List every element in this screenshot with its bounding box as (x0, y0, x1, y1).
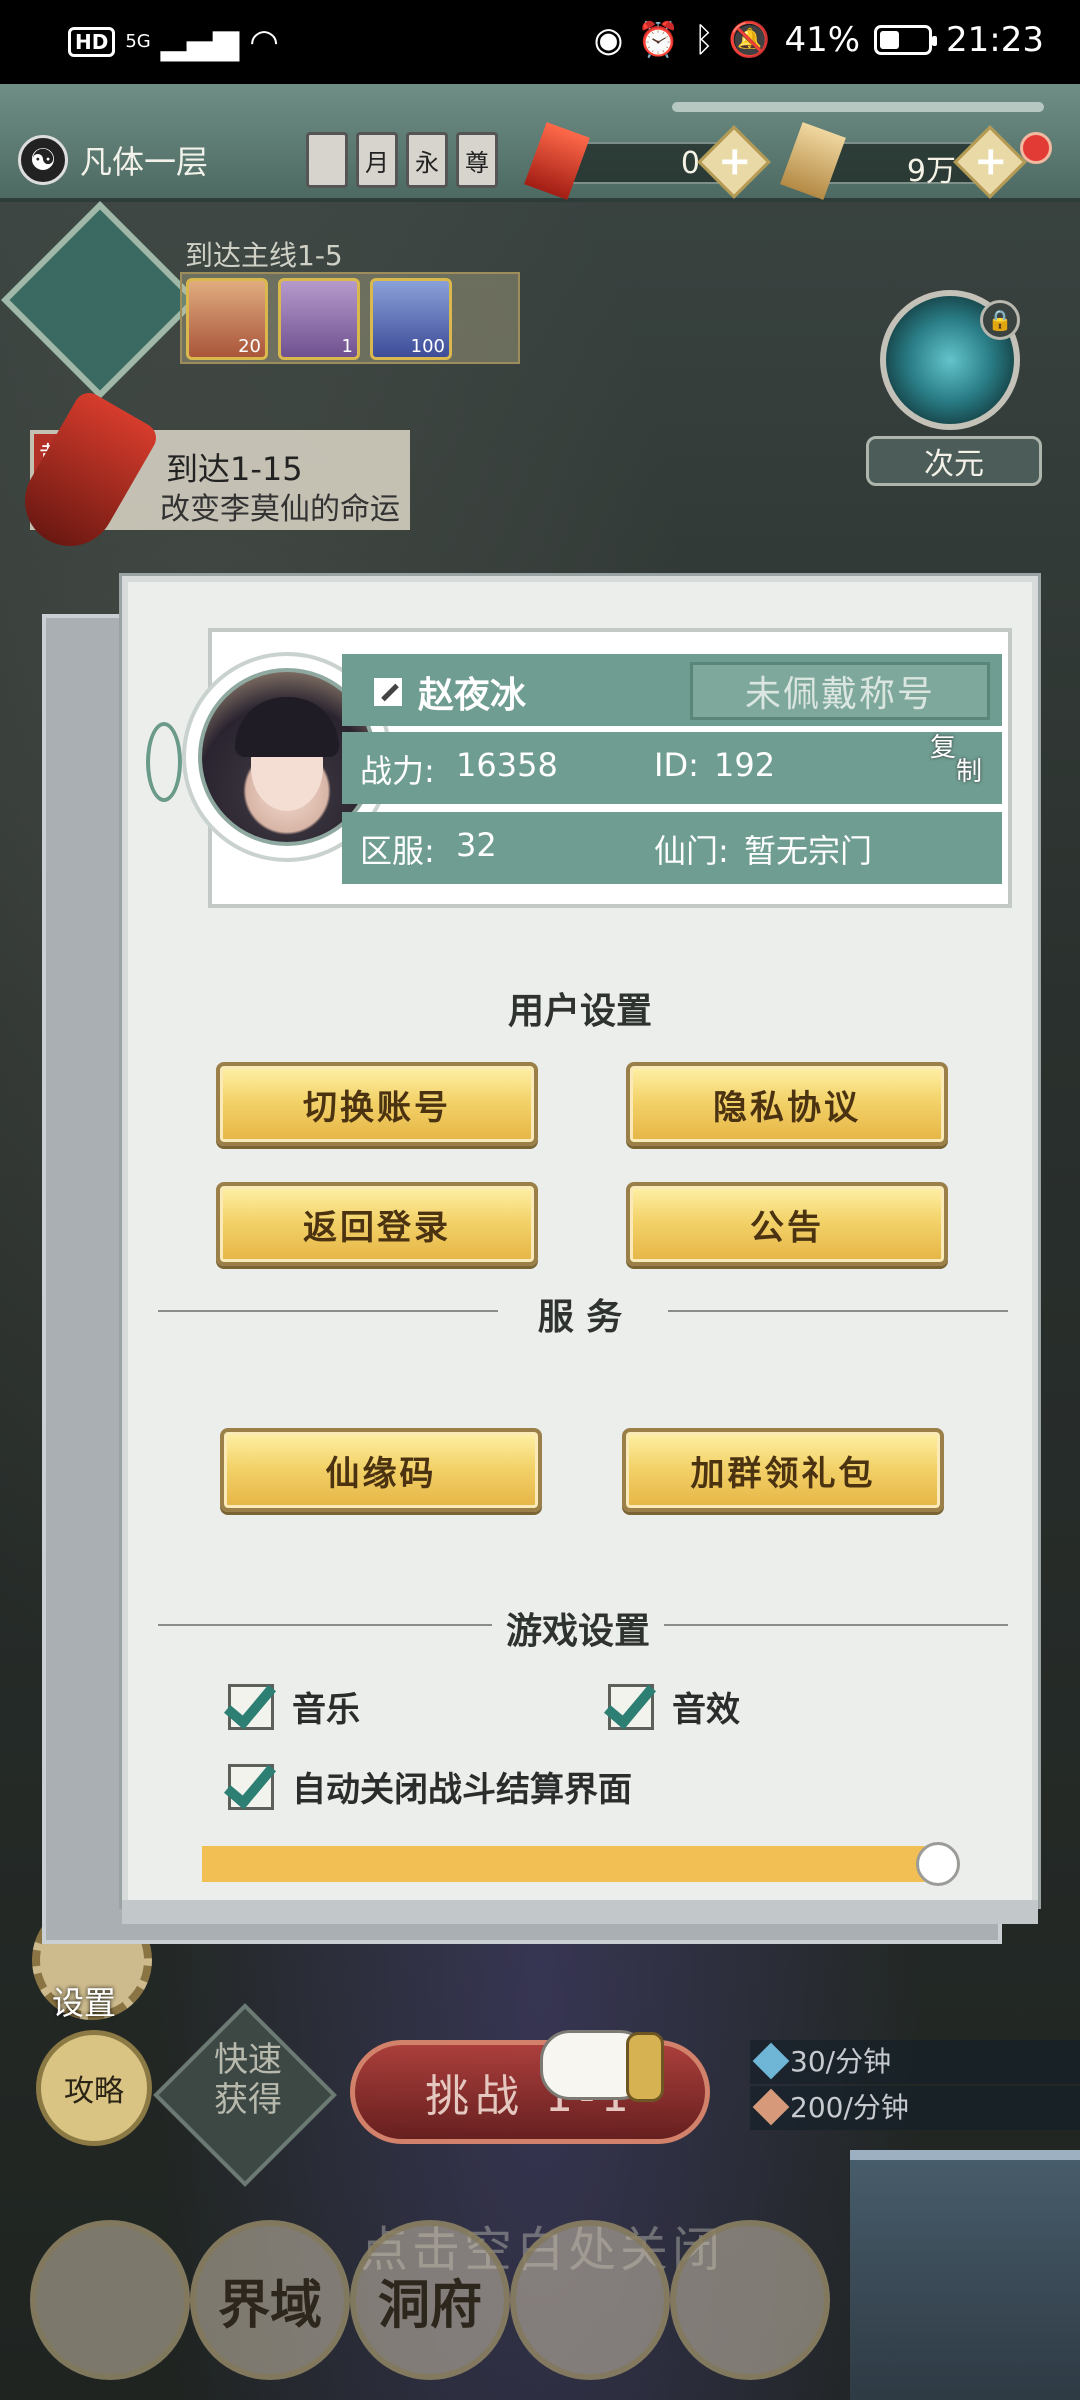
side-quest-desc: 改变李莫仙的命运 (160, 492, 400, 527)
badge-month[interactable]: 月 (356, 132, 398, 188)
rate-scroll: 200/分钟 (750, 2086, 1080, 2130)
battery-percent: 41% (784, 20, 861, 60)
rate-spirit: 30/分钟 (750, 2040, 1080, 2084)
mute-icon: 🔕 (728, 20, 771, 60)
guide-button[interactable]: 攻略 (36, 2030, 152, 2146)
volume-slider[interactable] (202, 1842, 960, 1886)
status-bar: HD 5G ▂▄▆ ◠ ◉ ⏰ ᛒ 🔕 41% 21:23 (0, 0, 1080, 84)
sect-value: 暂无宗门 (744, 832, 873, 870)
main-quest[interactable]: 到达主线1-5 20 1 100 (1, 201, 520, 399)
portal-label[interactable]: 次元 (866, 436, 1042, 486)
badge-crest-icon[interactable] (306, 132, 348, 188)
bluetooth-icon: ᛒ (693, 20, 715, 60)
power-label: 战力: (360, 752, 435, 790)
quest-chest-icon (1, 201, 199, 399)
taiji-icon: ☯ (18, 135, 68, 185)
alarm-icon: ⏰ (637, 20, 680, 60)
sect-label: 仙门: (654, 832, 729, 870)
id-value: 192 (714, 746, 776, 784)
scroll-value: 9万 (906, 154, 956, 189)
badge-supreme[interactable]: 尊 (456, 132, 498, 188)
join-group-button[interactable]: 加群领礼包 (622, 1428, 944, 1512)
badge-row: 月 永 尊 (306, 132, 498, 188)
game-settings-title: 游戏设置 (492, 1602, 665, 1654)
settings-panel: 赵夜冰 未佩戴称号 战力: 16358 ID: 192 复 制 区服: 32 仙… (122, 576, 1038, 1924)
wifi-icon: ◠ (249, 22, 279, 62)
notice-button[interactable]: 公告 (626, 1182, 948, 1266)
switch-account-button[interactable]: 切换账号 (216, 1062, 538, 1146)
profile-card: 赵夜冰 未佩戴称号 战力: 16358 ID: 192 复 制 区服: 32 仙… (146, 628, 1012, 908)
reward-item: 1 (278, 278, 360, 360)
nav-button-1[interactable] (30, 2220, 190, 2380)
lock-icon: 🔒 (980, 300, 1020, 340)
music-toggle[interactable]: 音乐 (223, 1673, 360, 1731)
profile-name-row: 赵夜冰 未佩戴称号 (342, 654, 1002, 726)
id-label: ID: (654, 746, 699, 784)
battery-icon (874, 25, 938, 55)
profile-stats-row: 战力: 16358 ID: 192 复 制 (342, 732, 1002, 804)
sfx-label: 音效 (672, 1690, 740, 1730)
auto-close-checkbox[interactable] (223, 1753, 277, 1810)
music-checkbox[interactable] (223, 1673, 277, 1730)
volume-knob[interactable] (916, 1842, 960, 1886)
settings-label[interactable]: 设置 (52, 1978, 116, 2024)
quest-title: 到达主线1-5 (185, 239, 343, 272)
nav-button-5[interactable] (670, 2220, 830, 2380)
check-icon (223, 1753, 277, 1810)
gem-resource: 0 + (524, 122, 771, 200)
knot-ornament (146, 722, 182, 802)
music-label: 音乐 (292, 1690, 360, 1730)
auto-close-label: 自动关闭战斗结算界面 (292, 1770, 632, 1810)
gem-value: 0 (680, 146, 700, 181)
check-icon (223, 1673, 277, 1730)
edit-icon[interactable] (374, 678, 402, 706)
pointing-hand-icon (530, 2010, 670, 2120)
reward-item: 20 (186, 278, 268, 360)
power-value: 16358 (456, 746, 558, 784)
service-title: 服 务 (537, 1297, 623, 1338)
check-icon (603, 1673, 657, 1730)
sfx-checkbox[interactable] (603, 1673, 657, 1730)
hd-icon: HD (68, 27, 116, 57)
clock: 21:23 (946, 20, 1044, 60)
spirit-icon (752, 2042, 790, 2080)
server-label: 区服: (360, 832, 435, 870)
notification-dot (1020, 132, 1052, 164)
scroll-small-icon (752, 2088, 790, 2126)
title-button[interactable]: 未佩戴称号 (690, 662, 990, 720)
copy-id-button[interactable]: 复 制 (930, 735, 994, 798)
nav-cave-button[interactable]: 洞府 (350, 2220, 510, 2380)
temple-icon[interactable] (850, 2150, 1080, 2400)
player-name[interactable]: 赵夜冰 (418, 666, 526, 718)
immortal-code-button[interactable]: 仙缘码 (220, 1428, 542, 1512)
nav-button-4[interactable] (510, 2220, 670, 2380)
hud-progress-bar (672, 102, 1044, 112)
back-login-button[interactable]: 返回登录 (216, 1182, 538, 1266)
signal-icon: ▂▄▆ (160, 22, 240, 62)
eye-icon: ◉ (593, 20, 624, 60)
server-value: 32 (456, 826, 497, 864)
badge-forever[interactable]: 永 (406, 132, 448, 188)
nav-realm-button[interactable]: 界域 (190, 2220, 350, 2380)
profile-server-row: 区服: 32 仙门: 暂无宗门 (342, 812, 1002, 884)
realm-label: 凡体一层 (80, 143, 209, 181)
user-settings-title: 用户设置 (507, 991, 652, 1032)
auto-close-toggle[interactable]: 自动关闭战斗结算界面 (223, 1753, 632, 1811)
scroll-resource: 9万 + (780, 122, 1027, 200)
network-label: 5G (125, 31, 151, 52)
privacy-button[interactable]: 隐私协议 (626, 1062, 948, 1146)
volume-fill (202, 1846, 938, 1882)
realm-indicator[interactable]: ☯ 凡体一层 (18, 135, 208, 185)
sfx-toggle[interactable]: 音效 (603, 1673, 740, 1731)
reward-item: 100 (370, 278, 452, 360)
quick-gain-label: 快速 获得 (214, 2040, 282, 2120)
